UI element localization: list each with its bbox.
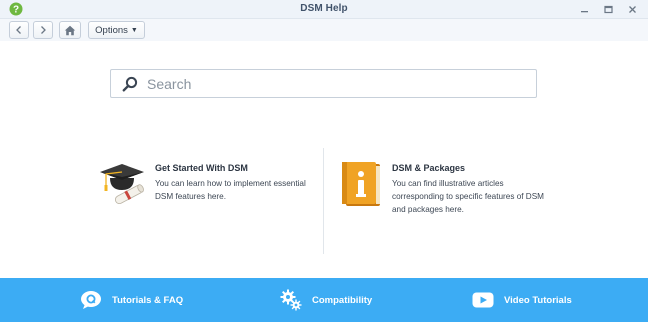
youtube-play-icon — [472, 289, 494, 311]
maximize-icon — [603, 5, 613, 13]
options-menu-button[interactable]: Options ▼ — [88, 21, 145, 39]
maximize-button[interactable] — [602, 2, 614, 16]
search-icon — [122, 76, 138, 91]
get-started-card[interactable]: Get Started With DSM You can learn how t… — [98, 160, 313, 250]
home-icon — [64, 25, 76, 35]
gears-icon — [280, 289, 302, 311]
minimize-icon — [580, 10, 588, 12]
info-book-icon — [342, 162, 380, 206]
home-button[interactable] — [59, 21, 81, 39]
card-title: DSM & Packages — [392, 163, 466, 173]
close-button[interactable] — [626, 2, 638, 16]
card-title: Get Started With DSM — [155, 163, 248, 173]
window-controls — [578, 2, 638, 16]
caret-down-icon: ▼ — [130, 26, 138, 34]
back-button[interactable] — [9, 21, 29, 39]
footer-bar: Tutorials & FAQ Compatibility Video Tuto… — [0, 278, 648, 322]
chevron-left-icon — [16, 26, 21, 34]
video-tutorials-link[interactable]: Video Tutorials — [472, 278, 572, 322]
compatibility-label: Compatibility — [312, 294, 373, 306]
video-tutorials-label: Video Tutorials — [504, 294, 572, 306]
graduation-cap-icon — [100, 164, 144, 205]
compatibility-link[interactable]: Compatibility — [280, 278, 372, 322]
card-divider — [323, 148, 324, 254]
chat-bubble-icon — [80, 289, 102, 311]
title-bar: ? DSM Help — [0, 0, 648, 19]
card-text: DSM & Packages You can find illustrative… — [392, 163, 557, 216]
close-icon — [628, 5, 636, 13]
minimize-button[interactable] — [578, 2, 590, 16]
options-label: Options — [95, 24, 128, 36]
chevron-right-icon — [41, 26, 46, 34]
toolbar: Options ▼ — [0, 19, 648, 41]
card-text: Get Started With DSM You can learn how t… — [155, 163, 315, 203]
search-input[interactable] — [147, 75, 507, 92]
card-description: You can find illustrative articles corre… — [392, 179, 544, 214]
card-description: You can learn how to implement essential… — [155, 179, 306, 201]
tutorials-faq-label: Tutorials & FAQ — [112, 294, 184, 306]
search-box[interactable] — [110, 69, 537, 98]
window-title: DSM Help — [300, 3, 348, 14]
dsm-packages-card[interactable]: DSM & Packages You can find illustrative… — [338, 160, 553, 250]
forward-button[interactable] — [33, 21, 53, 39]
tutorials-faq-link[interactable]: Tutorials & FAQ — [80, 278, 183, 322]
